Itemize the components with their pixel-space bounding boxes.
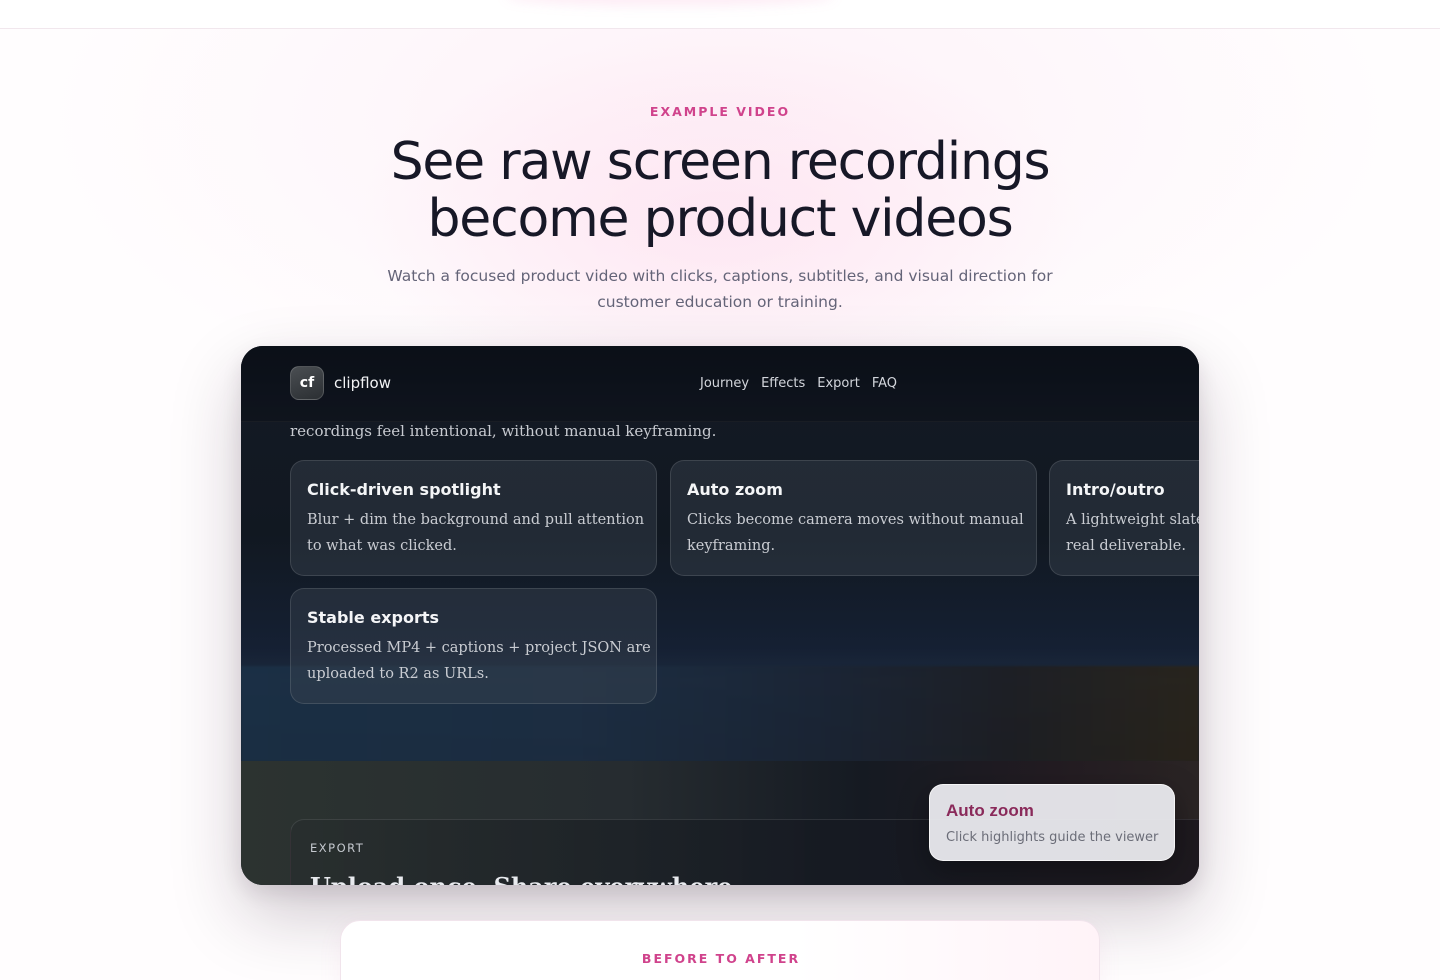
feature-card-description: Clicks become camera moves without manua… [687,508,1024,559]
feature-card-desc-line-1: Processed MP4 + captions + project JSON … [307,640,651,656]
export-panel-heading: Upload once. Share everywhere. [310,872,741,885]
feature-card-desc-line-1: Blur + dim the background and pull atten… [307,512,645,528]
section-subtitle: Watch a focused product video with click… [360,263,1080,315]
example-video-player[interactable]: cf clipflow Journey Effects Export FAQ r… [241,346,1199,885]
export-panel-label: EXPORT [310,841,365,855]
demo-nav-effects: Effects [761,376,806,391]
demo-app-nav-links: Journey Effects Export FAQ [700,376,897,391]
before-after-section-card: BEFORE TO AFTER [340,920,1100,980]
demo-intro-text: recordings feel intentional, without man… [290,422,717,440]
feature-card-title: Stable exports [307,608,440,627]
feature-card-desc-line-2: uploaded to R2 as URLs. [307,665,489,682]
subtitle-line-1: Watch a focused product video with click… [387,267,1053,285]
demo-nav-faq: FAQ [871,376,898,391]
headline-line-2: become product videos [427,189,1013,249]
demo-nav-journey: Journey [700,376,750,391]
feature-card-desc-line-2: real deliverable. [1066,537,1187,554]
toast-title: Auto zoom [946,801,1034,820]
feature-card-description: A lightweight slate real deliverable. [1066,508,1199,559]
demo-app-navbar: cf clipflow Journey Effects Export FAQ [241,346,1199,422]
feature-card-desc-line-2: to what was clicked. [307,537,457,554]
section-eyebrow: EXAMPLE VIDEO [649,104,791,119]
feature-card-title: Click-driven spotlight [307,480,501,499]
feature-card-stable-exports: Stable exports Processed MP4 + captions … [290,588,657,704]
feature-card-desc-line-1: A lightweight slate [1066,512,1199,528]
demo-app-logo-mark: cf [290,366,324,400]
feature-card-desc-line-1: Clicks become camera moves without manua… [687,512,1024,528]
feature-card-spotlight: Click-driven spotlight Blur + dim the ba… [290,460,657,576]
before-after-eyebrow: BEFORE TO AFTER [641,951,801,966]
feature-card-desc-line-2: keyframing. [687,537,776,554]
demo-nav-export: Export [817,376,860,391]
landing-page: EXAMPLE VIDEO See raw screen recordings … [0,0,1440,980]
feature-card-description: Blur + dim the background and pull atten… [307,508,644,559]
feature-card-title: Auto zoom [687,480,783,499]
feature-card-auto-zoom: Auto zoom Clicks become camera moves wit… [670,460,1037,576]
topbar-glow [505,0,835,6]
subtitle-line-2: customer education or training. [597,293,843,311]
toast-description: Click highlights guide the viewer [946,830,1159,845]
feature-card-title: Intro/outro [1066,480,1165,499]
feature-card-description: Processed MP4 + captions + project JSON … [307,636,651,687]
demo-app-logo-name: clipflow [334,374,391,392]
feature-card-intro-outro: Intro/outro A lightweight slate real del… [1049,460,1199,576]
headline-line-1: See raw screen recordings [390,132,1051,192]
section-headline: See raw screen recordings become product… [320,134,1120,248]
top-navigation-bar [0,0,1440,29]
auto-zoom-caption-toast: Auto zoom Click highlights guide the vie… [929,784,1175,861]
